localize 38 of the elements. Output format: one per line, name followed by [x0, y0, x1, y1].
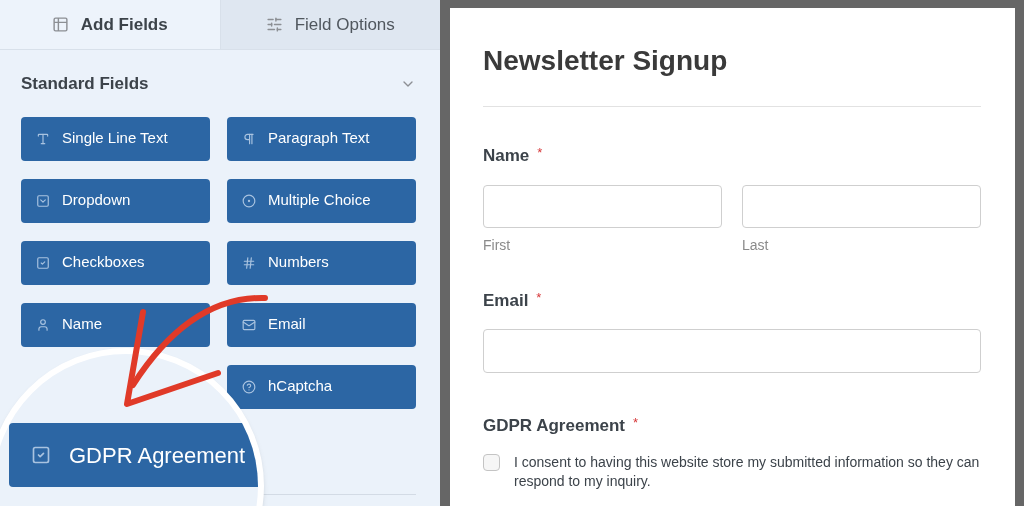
consent-text: I consent to having this website store my submitted information so they can respond to my inquiry. [514, 452, 981, 491]
field-button[interactable]: Multiple Choice [227, 178, 416, 223]
form-title: Newsletter Signup [483, 44, 729, 78]
panel-tab[interactable]: Field Options [219, 0, 440, 49]
field-button[interactable]: Dropdown [21, 178, 210, 223]
field-label: Name [483, 145, 530, 167]
checkbox-icon [36, 255, 50, 270]
field-button[interactable]: Paragraph Text [227, 116, 416, 161]
envelope-icon [242, 317, 256, 332]
email-field[interactable] [483, 329, 981, 373]
required-mark: * [633, 414, 639, 432]
required-mark: * [537, 144, 543, 162]
person-icon [36, 317, 50, 332]
field-button[interactable]: hCaptcha [227, 364, 416, 409]
sliders-icon [265, 16, 283, 33]
field-button[interactable]: Name [21, 302, 210, 347]
field-label: Email [483, 289, 529, 312]
field-button[interactable]: Numbers [227, 240, 416, 285]
field-button[interactable]: Single Line Text [21, 116, 210, 161]
required-mark: * [536, 288, 542, 307]
field-button[interactable]: Checkboxes [21, 240, 210, 285]
text-icon [36, 131, 50, 146]
table-icon [51, 16, 69, 33]
field-button[interactable]: Email [227, 302, 416, 347]
hash-icon [242, 255, 256, 270]
field-button[interactable]: GDPR Agreement [9, 423, 258, 487]
pilcrow-icon [242, 131, 256, 146]
checkbox-icon [31, 445, 51, 465]
text-field[interactable] [742, 184, 981, 228]
sub-label: Last [742, 235, 770, 255]
field-label: GDPR Agreement [483, 415, 625, 437]
consent-checkbox[interactable] [483, 453, 500, 471]
sub-label: First [483, 235, 512, 255]
section-title: Standard Fields [21, 73, 149, 95]
text-field[interactable] [483, 184, 722, 228]
radio-icon [242, 193, 256, 208]
dropdown-icon [36, 193, 50, 208]
question-icon [242, 379, 256, 394]
